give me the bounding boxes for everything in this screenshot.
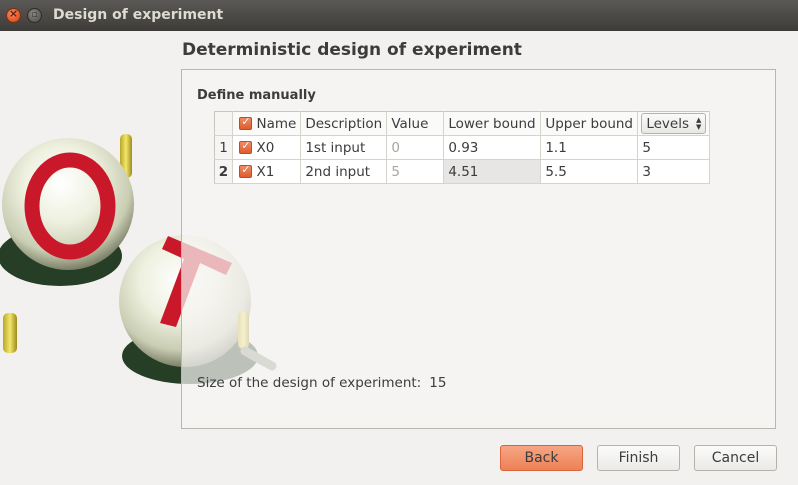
close-icon: × [8,7,19,20]
title-bar: × ▫ Design of experiment [0,0,798,31]
cell-levels[interactable]: 5 [637,135,711,160]
cell-lower-bound[interactable]: 0.93 [443,135,542,160]
finish-button[interactable]: Finish [597,445,680,471]
table-row: 1 ✓ X0 1st input 0 0.93 1.1 5 [214,135,711,160]
column-header-name[interactable]: Name [252,111,302,136]
cell-value[interactable]: 0 [386,135,445,160]
column-header-lower-bound[interactable]: Lower bound [443,111,542,136]
cell-levels[interactable]: 3 [637,159,711,184]
row-checkbox-cell: ✓ [232,135,253,160]
cancel-button[interactable]: Cancel [694,445,777,471]
cell-upper-bound[interactable]: 5.5 [540,159,639,184]
logo-pin [3,313,17,353]
design-size-value: 15 [429,375,447,391]
levels-label: Levels [646,115,689,132]
window-title: Design of experiment [53,7,224,23]
minimize-window-button[interactable]: ▫ [27,8,42,23]
spinner-arrows-icon: ▲ ▼ [695,115,702,131]
column-header-upper-bound[interactable]: Upper bound [540,111,639,136]
cell-upper-bound[interactable]: 1.1 [540,135,639,160]
close-window-button[interactable]: × [6,7,21,23]
section-title: Define manually [197,88,316,103]
levels-spinner-header[interactable]: Levels ▲ ▼ [641,113,707,134]
corner-cell [214,111,233,136]
design-size-label: Size of the design of experiment: [197,375,422,391]
header-checkbox-cell: ✓ [232,111,253,136]
row-number[interactable]: 2 [214,159,233,184]
variables-table: ✓ Name Description Value Lower bound Upp… [214,111,711,184]
table-header-row: ✓ Name Description Value Lower bound Upp… [214,111,711,136]
back-button[interactable]: Back [500,445,583,471]
cell-name[interactable]: X1 [252,159,302,184]
checkmark-icon: ✓ [241,115,251,128]
cell-lower-bound[interactable]: 4.51 [443,159,542,184]
select-all-checkbox[interactable]: ✓ [239,115,252,130]
row-checkbox[interactable]: ✓ [239,139,252,154]
checkmark-icon: ✓ [241,139,251,152]
define-manually-panel: Define manually ✓ Name Description Value… [181,69,776,429]
row-checkbox[interactable]: ✓ [239,163,252,178]
column-header-value[interactable]: Value [386,111,445,136]
cell-name[interactable]: X0 [252,135,302,160]
cell-description[interactable]: 1st input [300,135,388,160]
checkmark-icon: ✓ [241,163,251,176]
cell-description[interactable]: 2nd input [300,159,388,184]
column-header-levels[interactable]: Levels ▲ ▼ [637,111,711,136]
page-title: Deterministic design of experiment [182,40,522,60]
column-header-description[interactable]: Description [300,111,388,136]
design-size-summary: Size of the design of experiment: 15 [197,375,446,391]
cell-value[interactable]: 5 [386,159,445,184]
table-row: 2 ✓ X1 2nd input 5 4.51 5.5 3 [214,159,711,184]
row-checkbox-cell: ✓ [232,159,253,184]
minimize-icon: ▫ [31,10,38,20]
row-number[interactable]: 1 [214,135,233,160]
